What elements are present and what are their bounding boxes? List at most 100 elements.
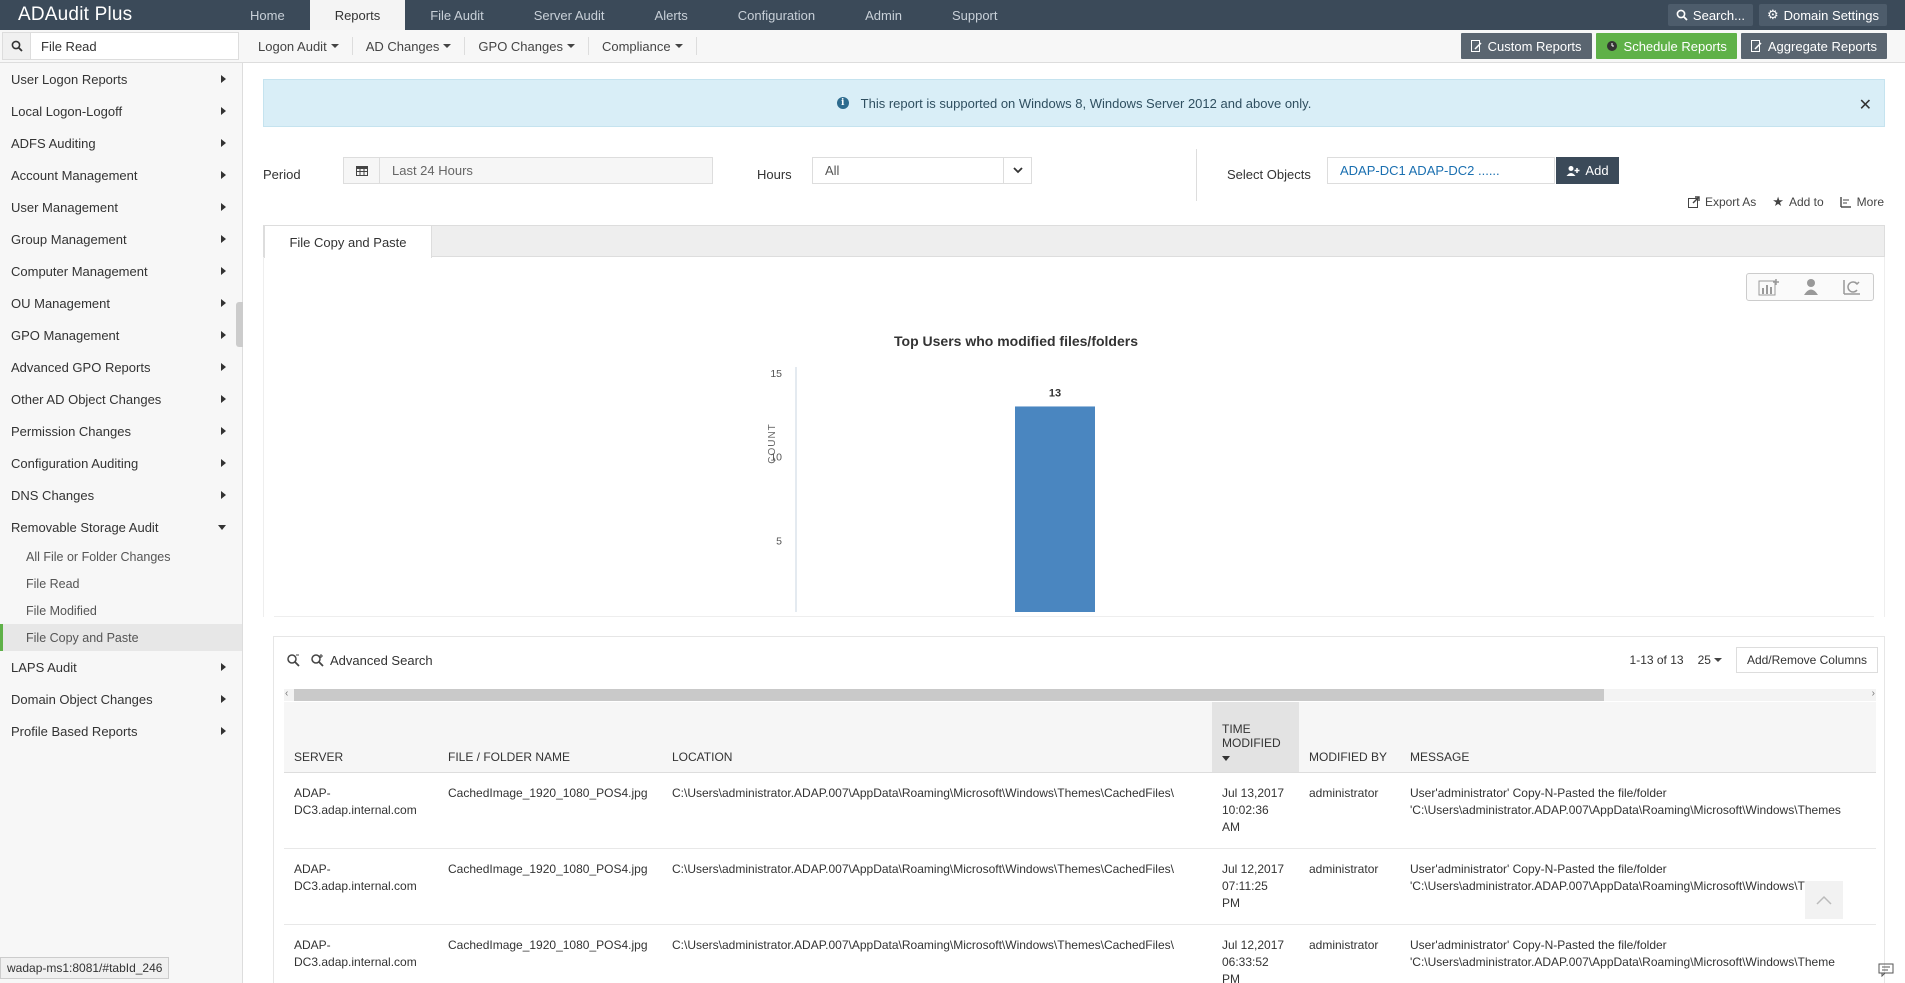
table-row[interactable]: ADAP-DC3.adap.internal.com CachedImage_1… bbox=[284, 924, 1876, 983]
sidebar-collapse-handle[interactable] bbox=[236, 302, 243, 347]
add-objects-button[interactable]: Add bbox=[1556, 157, 1619, 184]
hours-select[interactable]: All bbox=[812, 157, 1032, 184]
horizontal-scrollbar[interactable]: ‹ › bbox=[284, 688, 1876, 701]
sidebar-item-user-management[interactable]: User Management bbox=[0, 191, 242, 223]
sidebar-item-profile-based-reports[interactable]: Profile Based Reports bbox=[0, 715, 242, 747]
more-button[interactable]: More bbox=[1839, 194, 1884, 210]
sidebar-item-ou-management[interactable]: OU Management bbox=[0, 287, 242, 319]
top-right-tools: Search... ⚙ Domain Settings bbox=[1667, 0, 1905, 30]
nav-support[interactable]: Support bbox=[927, 0, 1023, 30]
column-header-message[interactable]: MESSAGE bbox=[1400, 702, 1876, 773]
tab-file-copy-and-paste[interactable]: File Copy and Paste bbox=[264, 225, 432, 258]
report-search-input[interactable] bbox=[31, 33, 231, 59]
sidebar-item-computer-management[interactable]: Computer Management bbox=[0, 255, 242, 287]
sidebar-item-adfs-auditing[interactable]: ADFS Auditing bbox=[0, 127, 242, 159]
chat-icon[interactable] bbox=[1875, 961, 1897, 979]
divider bbox=[274, 616, 1874, 617]
chevron-right-icon bbox=[221, 75, 226, 83]
menu-ad-changes[interactable]: AD Changes bbox=[353, 37, 466, 55]
sidebar-sub-file-modified[interactable]: File Modified bbox=[0, 597, 242, 624]
custom-reports-button[interactable]: Custom Reports bbox=[1460, 33, 1592, 59]
export-as-label: Export As bbox=[1704, 195, 1757, 209]
scroll-right-icon[interactable]: › bbox=[1872, 688, 1875, 699]
cell-modified-by: administrator bbox=[1299, 848, 1400, 925]
scroll-to-top-button[interactable] bbox=[1805, 881, 1843, 919]
sidebar-item-removable-storage-audit[interactable]: Removable Storage Audit bbox=[0, 511, 242, 543]
menu-gpo-changes[interactable]: GPO Changes bbox=[465, 37, 589, 55]
nav-server-audit[interactable]: Server Audit bbox=[509, 0, 630, 30]
chevron-right-icon bbox=[221, 107, 226, 115]
sidebar-item-laps-audit[interactable]: LAPS Audit bbox=[0, 651, 242, 683]
info-message: This report is supported on Windows 8, W… bbox=[860, 95, 1312, 111]
top-navigation-bar: ADAudit Plus Home Reports File Audit Ser… bbox=[0, 0, 1905, 30]
schedule-reports-button[interactable]: Schedule Reports bbox=[1595, 33, 1737, 59]
menu-logon-audit[interactable]: Logon Audit bbox=[245, 37, 353, 55]
message-line: User'administrator' Copy-N-Pasted the fi… bbox=[1410, 861, 1667, 876]
export-as-button[interactable]: Export As bbox=[1687, 194, 1757, 210]
category-menu: Logon Audit AD Changes GPO Changes Compl… bbox=[245, 37, 697, 55]
bar-chart: Top Users who modified files/foldersCOUN… bbox=[767, 333, 1138, 612]
custom-reports-label: Custom Reports bbox=[1487, 38, 1582, 54]
report-actions: Export As ★ Add to More bbox=[1687, 194, 1884, 210]
column-header-time-modified[interactable]: TIME MODIFIED bbox=[1212, 702, 1299, 773]
sidebar-item-group-management[interactable]: Group Management bbox=[0, 223, 242, 255]
nav-admin[interactable]: Admin bbox=[840, 0, 927, 30]
select-objects-field[interactable]: ADAP-DC1 ADAP-DC2 ...... bbox=[1327, 157, 1555, 184]
scroll-left-icon[interactable]: ‹ bbox=[285, 688, 288, 699]
aggregate-reports-button[interactable]: Aggregate Reports bbox=[1740, 33, 1887, 59]
nav-file-audit[interactable]: File Audit bbox=[405, 0, 508, 30]
menu-label: AD Changes bbox=[365, 38, 440, 54]
global-search-button[interactable]: Search... bbox=[1667, 4, 1753, 26]
sidebar-item-permission-changes[interactable]: Permission Changes bbox=[0, 415, 242, 447]
sidebar-item-advanced-gpo-reports[interactable]: Advanced GPO Reports bbox=[0, 351, 242, 383]
domain-settings-button[interactable]: ⚙ Domain Settings bbox=[1758, 4, 1887, 26]
report-table: SERVER FILE / FOLDER NAME LOCATION TIME … bbox=[284, 702, 1876, 983]
star-icon: ★ bbox=[1772, 194, 1784, 209]
column-header-modified-by[interactable]: MODIFIED BY bbox=[1299, 702, 1400, 773]
y-tick-label: 10 bbox=[770, 452, 782, 464]
sidebar-item-configuration-auditing[interactable]: Configuration Auditing bbox=[0, 447, 242, 479]
close-icon[interactable]: ✕ bbox=[1859, 95, 1872, 115]
column-header-server[interactable]: SERVER bbox=[284, 702, 438, 773]
sidebar-item-user-logon-reports[interactable]: User Logon Reports bbox=[0, 63, 242, 95]
nav-reports[interactable]: Reports bbox=[309, 0, 406, 30]
y-tick-label: 5 bbox=[776, 535, 782, 547]
sidebar-sub-file-copy-and-paste[interactable]: File Copy and Paste bbox=[0, 624, 242, 651]
nav-configuration[interactable]: Configuration bbox=[713, 0, 840, 30]
advanced-search-button[interactable]: Advanced Search bbox=[310, 653, 433, 668]
sidebar-sub-file-read[interactable]: File Read bbox=[0, 570, 242, 597]
report-buttons: Custom Reports Schedule Reports Aggregat… bbox=[1460, 33, 1905, 59]
table-row[interactable]: ADAP-DC3.adap.internal.com CachedImage_1… bbox=[284, 848, 1876, 925]
sidebar-item-label: Removable Storage Audit bbox=[11, 519, 159, 535]
cell-server: ADAP-DC3.adap.internal.com bbox=[284, 924, 438, 983]
table-row[interactable]: ADAP-DC3.adap.internal.com CachedImage_1… bbox=[284, 772, 1876, 849]
nav-alerts[interactable]: Alerts bbox=[630, 0, 713, 30]
search-icon[interactable] bbox=[3, 33, 31, 59]
sidebar-item-label: Local Logon-Logoff bbox=[11, 103, 123, 119]
add-remove-columns-button[interactable]: Add/Remove Columns bbox=[1735, 647, 1878, 673]
scrollbar-thumb[interactable] bbox=[294, 689, 1604, 701]
period-selector[interactable]: Last 24 Hours bbox=[343, 157, 713, 184]
quick-search-icon[interactable] bbox=[286, 653, 300, 667]
page-size-select[interactable]: 25 bbox=[1698, 653, 1722, 667]
sidebar-item-dns-changes[interactable]: DNS Changes bbox=[0, 479, 242, 511]
cell-message: User'administrator' Copy-N-Pasted the fi… bbox=[1400, 772, 1876, 849]
menu-compliance[interactable]: Compliance bbox=[589, 37, 697, 55]
chevron-right-icon bbox=[221, 299, 226, 307]
sidebar-sub-all-file-or-folder-changes[interactable]: All File or Folder Changes bbox=[0, 543, 242, 570]
column-header-location[interactable]: LOCATION bbox=[662, 702, 1212, 773]
add-chart-icon[interactable] bbox=[1758, 278, 1780, 296]
sidebar-item-gpo-management[interactable]: GPO Management bbox=[0, 319, 242, 351]
nav-home[interactable]: Home bbox=[225, 0, 310, 30]
app-logo[interactable]: ADAudit Plus bbox=[0, 0, 225, 30]
sidebar-item-domain-object-changes[interactable]: Domain Object Changes bbox=[0, 683, 242, 715]
sidebar-item-account-management[interactable]: Account Management bbox=[0, 159, 242, 191]
user-chart-icon[interactable] bbox=[1801, 278, 1821, 296]
add-to-button[interactable]: ★ Add to bbox=[1772, 194, 1823, 210]
more-label: More bbox=[1856, 195, 1884, 209]
sidebar-item-other-ad-object-changes[interactable]: Other AD Object Changes bbox=[0, 383, 242, 415]
column-header-file-folder-name[interactable]: FILE / FOLDER NAME bbox=[438, 702, 662, 773]
refresh-chart-icon[interactable] bbox=[1842, 278, 1862, 296]
sidebar-item-local-logon-logoff[interactable]: Local Logon-Logoff bbox=[0, 95, 242, 127]
report-tabs: File Copy and Paste bbox=[263, 225, 1885, 258]
